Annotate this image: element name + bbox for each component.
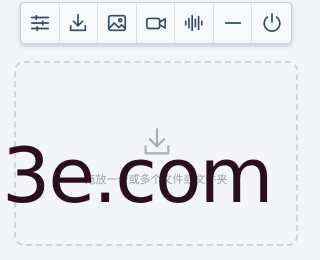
minimize-icon: [224, 22, 241, 24]
power-button[interactable]: [252, 3, 291, 43]
image-button[interactable]: [98, 3, 137, 43]
toolbar: [20, 2, 292, 44]
download-button[interactable]: [60, 3, 99, 43]
audio-button[interactable]: [175, 3, 214, 43]
video-camera-icon: [145, 17, 166, 30]
audio-waveform-icon: [185, 14, 203, 32]
settings-button[interactable]: [21, 3, 60, 43]
watermark-text: 3e.com: [2, 131, 274, 220]
minimize-button[interactable]: [214, 3, 253, 43]
video-button[interactable]: [137, 3, 176, 43]
download-icon: [70, 13, 87, 32]
power-icon: [263, 13, 281, 32]
sliders-icon: [30, 14, 49, 32]
image-icon: [107, 14, 127, 32]
